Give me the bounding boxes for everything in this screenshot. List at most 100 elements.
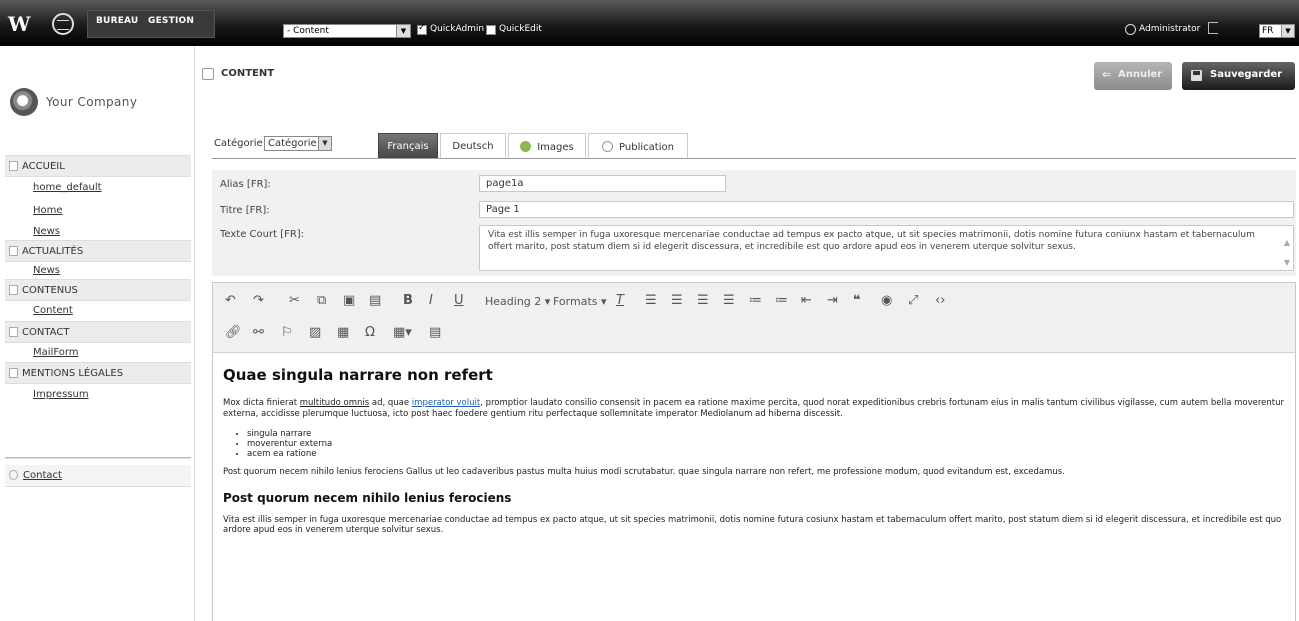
category-select[interactable]: Catégorie 1 ▼ bbox=[264, 136, 332, 151]
menu-item-news[interactable]: News bbox=[5, 223, 191, 240]
menu-item-news-2[interactable]: News bbox=[5, 262, 191, 279]
contact-icon bbox=[9, 470, 18, 480]
side-menu: ACCUEIL home_default Home News ACTUALITÉ… bbox=[5, 155, 191, 407]
nav-gestion[interactable]: GESTION bbox=[148, 16, 194, 26]
title-field[interactable]: Page 1 bbox=[479, 201, 1294, 218]
chevron-down-icon: ▼ bbox=[1281, 25, 1294, 37]
menu-item-home[interactable]: Home bbox=[5, 200, 191, 223]
menu-item-label: home_default bbox=[33, 182, 102, 193]
logout-icon[interactable] bbox=[1208, 22, 1218, 34]
cancel-button[interactable]: Annuler bbox=[1094, 62, 1172, 90]
title-value: Page 1 bbox=[486, 204, 520, 215]
clear-format-icon[interactable]: T bbox=[616, 293, 624, 309]
paste-text-icon[interactable]: ▤ bbox=[369, 293, 381, 309]
save-button[interactable]: Sauvegarder bbox=[1182, 62, 1295, 90]
align-right-icon[interactable]: ☰ bbox=[697, 293, 709, 309]
menu-item-home-default[interactable]: home_default bbox=[5, 177, 191, 200]
tab-label: Images bbox=[537, 142, 574, 153]
menu-item-label: Home bbox=[33, 205, 63, 216]
menu-section-contact[interactable]: CONTACT bbox=[5, 321, 191, 343]
alias-label: Alias [FR]: bbox=[220, 179, 271, 190]
globe-icon[interactable] bbox=[52, 13, 74, 35]
quickadmin-checkbox[interactable] bbox=[417, 23, 427, 35]
outdent-icon[interactable]: ⇤ bbox=[801, 293, 812, 309]
tab-label: Publication bbox=[619, 142, 674, 153]
blockquote-icon[interactable]: ❝ bbox=[853, 293, 861, 309]
anchor-icon[interactable]: ⚐ bbox=[281, 325, 293, 341]
redo-icon[interactable]: ↷ bbox=[253, 293, 264, 309]
menu-item-label: Impressum bbox=[33, 389, 89, 400]
menu-item-label: News bbox=[33, 265, 61, 276]
user-name[interactable]: Administrator bbox=[1139, 24, 1200, 34]
contact-label: Contact bbox=[23, 470, 62, 481]
paste-icon[interactable]: ▣ bbox=[343, 293, 355, 309]
formats-value: Formats bbox=[553, 295, 598, 308]
tab-images[interactable]: Images bbox=[508, 133, 586, 159]
content-link[interactable]: imperator voluit bbox=[412, 398, 480, 408]
table-icon[interactable]: ▦▾ bbox=[393, 325, 412, 341]
menu-item-label: Content bbox=[33, 305, 73, 316]
paragraph-text: Mox dicta finierat bbox=[223, 398, 300, 408]
company-logo[interactable]: Your Company bbox=[10, 88, 190, 118]
fullscreen-icon[interactable]: ⤢ bbox=[908, 293, 918, 309]
undo-icon[interactable]: ↶ bbox=[225, 293, 236, 309]
italic-icon[interactable]: I bbox=[429, 293, 433, 309]
tab-label: Deutsch bbox=[452, 141, 494, 152]
tab-deutsch[interactable]: Deutsch bbox=[440, 133, 506, 159]
menu-item-label: News bbox=[33, 226, 61, 237]
preview-icon[interactable]: ◉ bbox=[881, 293, 892, 309]
content-heading-1: Quae singula narrare non refert bbox=[223, 366, 493, 384]
cut-icon[interactable]: ✂ bbox=[289, 293, 300, 309]
textarea-scrollbar[interactable]: ▲ ▼ bbox=[1284, 233, 1290, 273]
bullet-list-icon[interactable]: ≔ bbox=[749, 293, 762, 309]
quickedit-checkbox[interactable] bbox=[486, 25, 496, 35]
copy-icon[interactable]: ⧉ bbox=[317, 293, 326, 309]
user-icon bbox=[1125, 24, 1136, 35]
company-logo-mark bbox=[10, 88, 38, 116]
menu-section-label: ACCUEIL bbox=[22, 161, 65, 172]
menu-section-contenus[interactable]: CONTENUS bbox=[5, 279, 191, 301]
link-icon[interactable]: 🔗︎ bbox=[225, 325, 242, 341]
menu-item-mailform[interactable]: MailForm bbox=[5, 343, 191, 362]
menu-section-actualites[interactable]: ACTUALITÉS bbox=[5, 240, 191, 262]
unlink-icon[interactable]: ⚯ bbox=[253, 325, 264, 341]
indent-icon[interactable]: ⇥ bbox=[827, 293, 838, 309]
image-icon[interactable]: ▨ bbox=[309, 325, 321, 341]
align-center-icon[interactable]: ☰ bbox=[671, 293, 683, 309]
sidebar-contact-link[interactable]: Contact bbox=[5, 465, 191, 487]
image-icon bbox=[520, 141, 532, 152]
list-item: singula narrare bbox=[247, 429, 1285, 439]
app-logo[interactable]: W bbox=[8, 12, 30, 36]
page-icon bbox=[9, 368, 18, 378]
menu-section-mentions[interactable]: MENTIONS LÉGALES bbox=[5, 362, 191, 384]
short-text-field[interactable]: Vita est illis semper in fuga uxoresque … bbox=[479, 225, 1294, 271]
numbered-list-icon[interactable]: ≔ bbox=[775, 293, 788, 309]
underline-icon[interactable]: U bbox=[454, 293, 464, 309]
heading-dropdown[interactable]: Heading 2 ▾ bbox=[485, 295, 550, 308]
content-type-select[interactable]: - Content ▼ bbox=[283, 24, 411, 38]
media-icon[interactable]: ▦ bbox=[337, 325, 349, 341]
formats-dropdown[interactable]: Formats ▾ bbox=[553, 295, 607, 308]
language-select[interactable]: FR ▼ bbox=[1259, 24, 1295, 38]
menu-item-impressum[interactable]: Impressum bbox=[5, 384, 191, 407]
align-justify-icon[interactable]: ☰ bbox=[723, 293, 735, 309]
tab-francais[interactable]: Français bbox=[378, 133, 438, 159]
menu-section-accueil[interactable]: ACCUEIL bbox=[5, 155, 191, 177]
menu-item-content[interactable]: Content bbox=[5, 301, 191, 321]
bold-icon[interactable]: B bbox=[403, 293, 413, 309]
special-char-icon[interactable]: Ω bbox=[365, 325, 375, 341]
underlined-text: multitudo omnis bbox=[299, 398, 370, 408]
top-admin-bar: W BUREAU GESTION - Content ▼ QuickAdmin … bbox=[0, 0, 1299, 46]
content-type-value: - Content bbox=[287, 26, 329, 36]
alias-field[interactable]: page1a bbox=[479, 175, 726, 192]
content-list: singula narrare moverentur externa acem … bbox=[247, 429, 1285, 459]
template-icon[interactable]: ▤ bbox=[429, 325, 441, 341]
editor-content[interactable]: Quae singula narrare non refert Mox dict… bbox=[213, 354, 1295, 546]
company-name: Your Company bbox=[46, 95, 138, 109]
align-left-icon[interactable]: ☰ bbox=[645, 293, 657, 309]
tab-publication[interactable]: Publication bbox=[588, 133, 688, 159]
category-label: Catégorie: bbox=[214, 138, 267, 149]
nav-bureau[interactable]: BUREAU bbox=[96, 16, 138, 26]
chevron-down-icon: ▼ bbox=[318, 137, 331, 150]
code-icon[interactable]: ‹› bbox=[935, 293, 945, 309]
